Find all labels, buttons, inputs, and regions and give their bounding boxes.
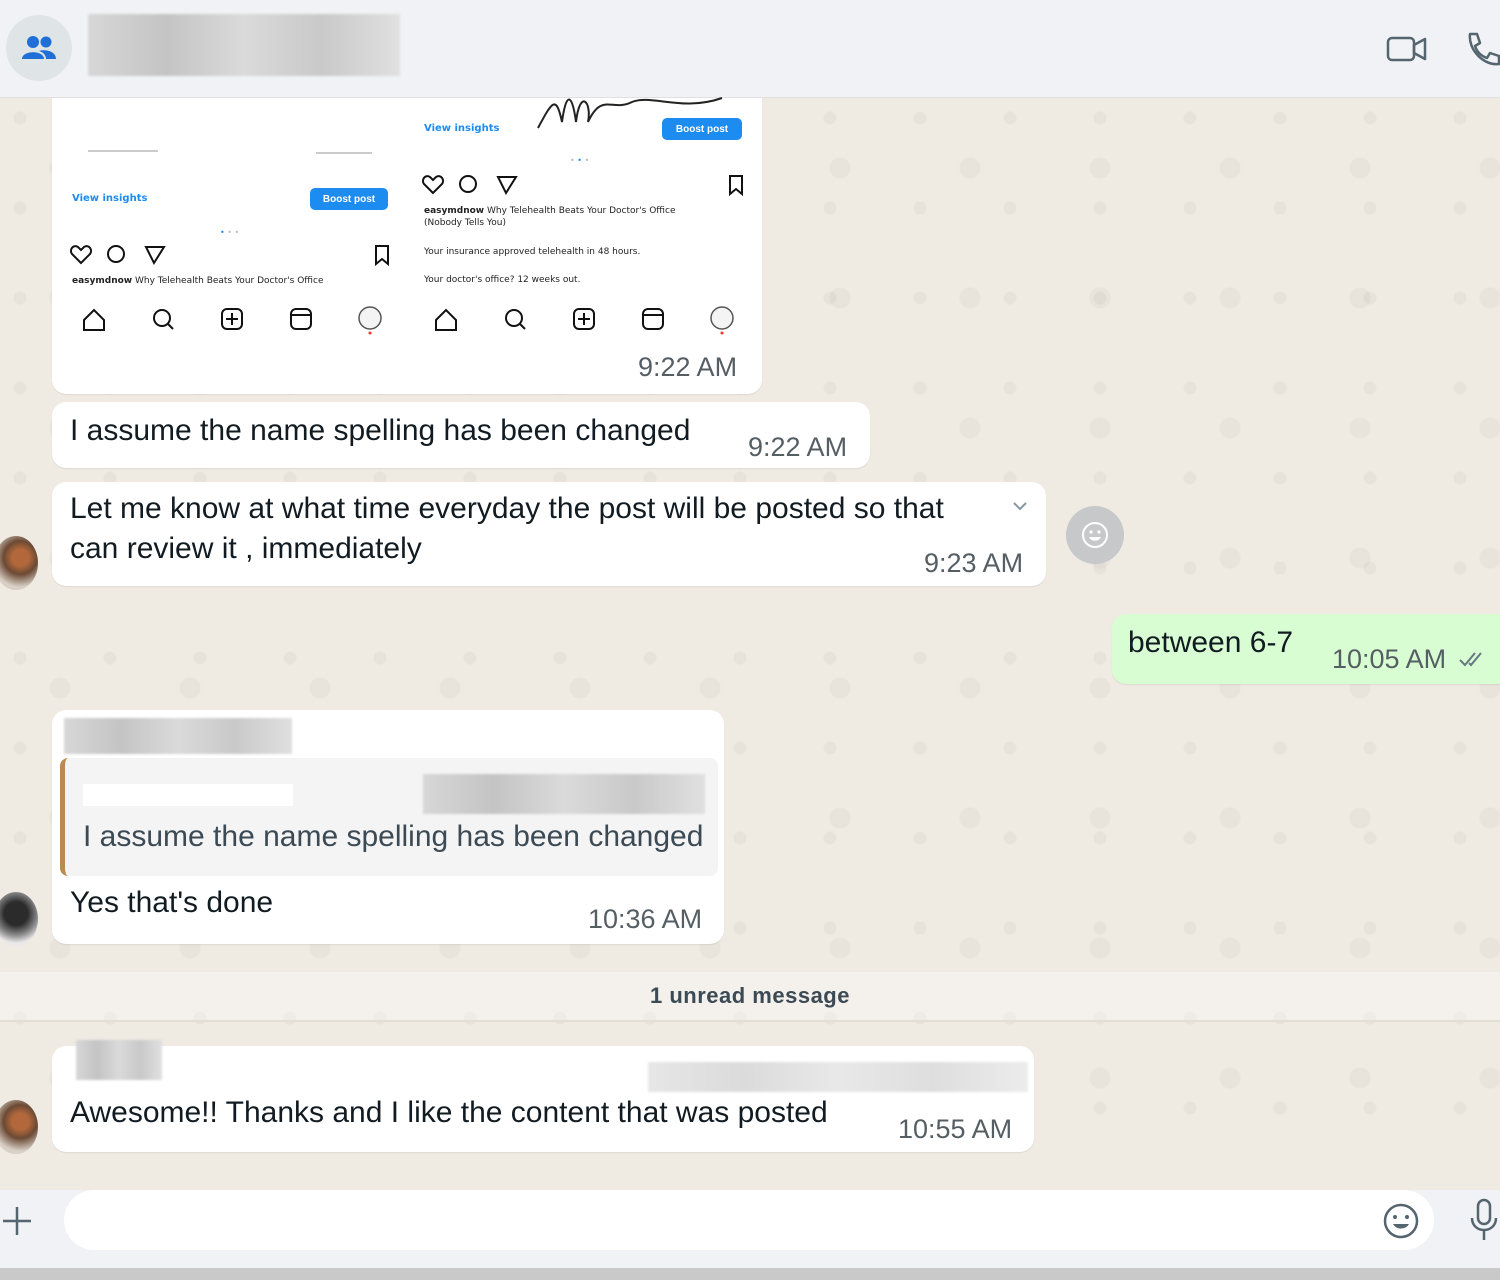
boost-post-button[interactable]: Boost post bbox=[662, 118, 742, 140]
post-caption-line: Your insurance approved telehealth in 48… bbox=[424, 247, 641, 257]
sender-name-redacted bbox=[64, 718, 292, 754]
view-insights-link[interactable]: View insights bbox=[72, 193, 147, 204]
smiley-icon bbox=[1082, 522, 1108, 548]
message-time: 10:55 AM bbox=[898, 1114, 1013, 1144]
message-text: I assume the name spelling has been chan… bbox=[70, 414, 691, 447]
unread-label: 1 unread message bbox=[650, 983, 850, 1008]
video-camera-icon[interactable] bbox=[1386, 30, 1428, 68]
incoming-message[interactable]: Awesome!! Thanks and I like the content … bbox=[52, 1040, 1034, 1152]
carousel-dots: • • • bbox=[570, 156, 590, 165]
message-time: 9:23 AM bbox=[924, 548, 1024, 578]
chat-header bbox=[0, 0, 1500, 98]
chat-title-redacted[interactable] bbox=[88, 14, 400, 76]
phone-icon[interactable] bbox=[1464, 30, 1500, 68]
placeholder-line bbox=[88, 150, 158, 152]
message-text: Let me know at what time everyday the po… bbox=[70, 492, 944, 525]
incoming-message[interactable]: I assume the name spelling has been chan… bbox=[52, 402, 870, 468]
message-time: 10:36 AM bbox=[588, 904, 703, 934]
smiley-icon[interactable] bbox=[1382, 1202, 1420, 1240]
message-text-line2: can review it , immediately bbox=[70, 532, 422, 565]
chevron-down-icon[interactable] bbox=[1012, 500, 1028, 512]
carousel-dots: • • • bbox=[220, 228, 240, 237]
bottom-nav-icons bbox=[83, 306, 382, 335]
quoted-meta-redacted bbox=[423, 774, 705, 814]
double-check-icon bbox=[1459, 652, 1482, 667]
message-time: 9:22 AM bbox=[638, 352, 738, 382]
post-actions-icons bbox=[422, 175, 743, 196]
microphone-icon[interactable] bbox=[1468, 1198, 1500, 1242]
quoted-text: I assume the name spelling has been chan… bbox=[83, 820, 704, 853]
placeholder-line bbox=[316, 152, 372, 154]
screenshot-preview[interactable]: View insights Boost post • • • easymdnow… bbox=[58, 97, 756, 343]
bottom-nav-icons bbox=[435, 306, 734, 335]
quoted-message[interactable]: I assume the name spelling has been chan… bbox=[60, 758, 718, 876]
message-text: between 6-7 bbox=[1128, 626, 1294, 659]
quoted-sender-redacted bbox=[83, 784, 293, 806]
message-time: 9:22 AM bbox=[748, 432, 848, 462]
unread-divider: 1 unread message bbox=[0, 972, 1500, 1022]
boost-post-button[interactable]: Boost post bbox=[310, 188, 388, 210]
post-caption: easymdnow Why Telehealth Beats Your Doct… bbox=[72, 276, 324, 286]
message-text: Yes that's done bbox=[70, 886, 274, 919]
post-caption: easymdnow Why Telehealth Beats Your Doct… bbox=[424, 206, 676, 216]
composer-bar bbox=[0, 1190, 1500, 1280]
sender-name-redacted bbox=[76, 1040, 162, 1080]
post-caption-line: Your doctor's office? 12 weeks out. bbox=[424, 275, 581, 285]
post-caption-cont: (Nobody Tells You) bbox=[424, 218, 506, 228]
message-input[interactable] bbox=[64, 1190, 1434, 1250]
post-actions-icons bbox=[70, 245, 389, 266]
view-insights-link[interactable]: View insights bbox=[424, 123, 499, 134]
incoming-message[interactable]: Let me know at what time everyday the po… bbox=[52, 482, 1046, 586]
sender-meta-redacted bbox=[648, 1062, 1028, 1092]
outgoing-message[interactable]: between 6-7 10:05 AM bbox=[1112, 614, 1500, 684]
message-time: 10:05 AM bbox=[1332, 644, 1447, 674]
footer-bottom-strip bbox=[0, 1268, 1500, 1280]
plus-icon[interactable] bbox=[0, 1204, 34, 1238]
image-message[interactable]: View insights Boost post • • • easymdnow… bbox=[52, 97, 762, 394]
group-icon bbox=[22, 36, 56, 59]
react-button[interactable] bbox=[1066, 506, 1124, 564]
group-avatar[interactable] bbox=[6, 15, 72, 81]
message-text: Awesome!! Thanks and I like the content … bbox=[70, 1096, 828, 1129]
